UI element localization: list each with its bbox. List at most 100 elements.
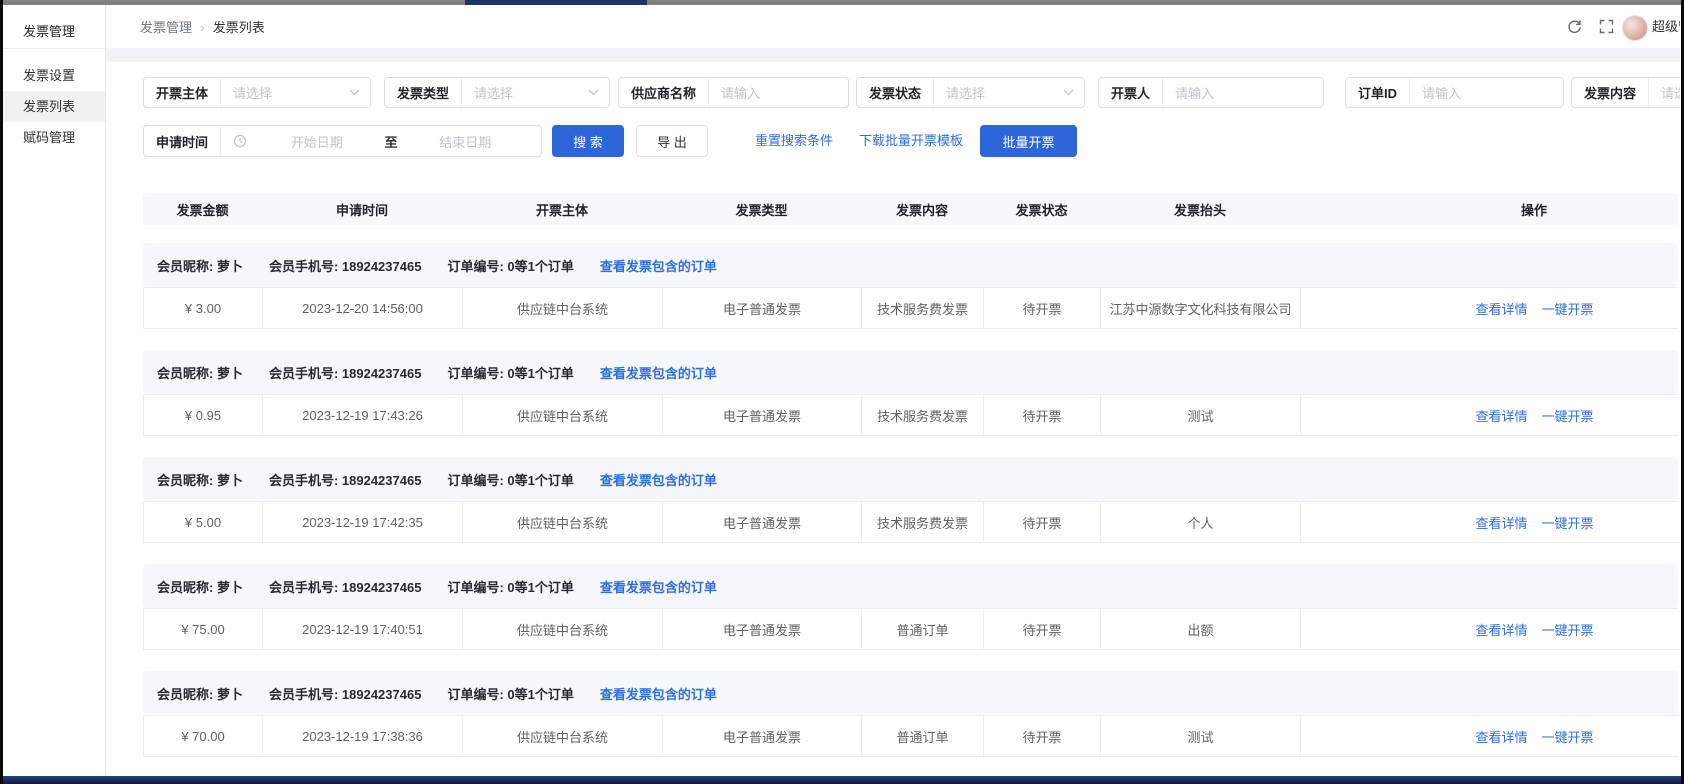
cell-type: 电子普通发票 (663, 288, 862, 328)
group-header-row: 会员昵称: 萝卜 会员手机号: 18924237465 订单编号: 0等1个订单… (143, 350, 1678, 394)
group-header-row: 会员昵称: 萝卜 会员手机号: 18924237465 订单编号: 0等1个订单… (143, 243, 1678, 287)
sidebar-title: 发票管理 (23, 19, 75, 45)
view-details-link[interactable]: 查看详情 (1475, 620, 1527, 639)
window-frame-bottom (0, 776, 1684, 784)
invoice-content-select[interactable]: 请选择 (1648, 78, 1680, 107)
refresh-icon[interactable] (1566, 18, 1583, 35)
invoice-type-select[interactable]: 请选择 (461, 78, 588, 107)
table-row: ¥ 0.95 2023-12-19 17:43:26 供应链中台系统 电子普通发… (143, 394, 1678, 436)
view-included-orders-link[interactable]: 查看发票包含的订单 (600, 256, 717, 275)
table-row: ¥ 3.00 2023-12-20 14:56:00 供应链中台系统 电子普通发… (143, 287, 1678, 329)
export-button[interactable]: 导 出 (636, 125, 708, 157)
batch-invoice-button[interactable]: 批量开票 (980, 125, 1077, 157)
group-header-row: 会员昵称: 萝卜 会员手机号: 18924237465 订单编号: 0等1个订单… (143, 457, 1678, 501)
issuer-input[interactable]: 请输入 (1162, 78, 1323, 107)
view-included-orders-link[interactable]: 查看发票包含的订单 (600, 470, 717, 489)
main-content: 开票主体 请选择 发票类型 请选择 供应商名称 请输入 发票状态 请选择 开票人… (106, 62, 1680, 776)
chevron-down-icon (1063, 89, 1084, 96)
member-nickname: 会员昵称: 萝卜 (157, 577, 243, 596)
cell-content: 技术服务费发票 (862, 288, 984, 328)
invoice-group: 会员昵称: 萝卜 会员手机号: 18924237465 订单编号: 0等1个订单… (143, 671, 1678, 757)
cell-actions: 查看详情 一键开票 (1301, 609, 1678, 649)
member-phone: 会员手机号: 18924237465 (269, 684, 421, 703)
view-details-link[interactable]: 查看详情 (1475, 299, 1527, 318)
invoice-status-select[interactable]: 请选择 (933, 78, 1063, 107)
one-click-invoice-link[interactable]: 一键开票 (1542, 727, 1594, 746)
view-details-link[interactable]: 查看详情 (1475, 727, 1527, 746)
member-nickname: 会员昵称: 萝卜 (157, 684, 243, 703)
filter-invoice-content: 发票内容 请选择 (1571, 77, 1680, 108)
cell-subject: 供应链中台系统 (463, 395, 663, 435)
view-details-link[interactable]: 查看详情 (1475, 406, 1527, 425)
fullscreen-icon[interactable] (1598, 18, 1615, 35)
sidebar: 发票管理 发票设置 发票列表 赋码管理 (3, 5, 106, 776)
breadcrumb-item-parent[interactable]: 发票管理 (140, 17, 192, 36)
breadcrumb-item-current: 发票列表 (213, 17, 265, 36)
end-date-input[interactable]: 结束日期 (402, 132, 529, 151)
invoice-subject-select[interactable]: 请选择 (220, 78, 349, 107)
column-header-amount: 发票金额 (143, 193, 262, 225)
supplier-name-input[interactable]: 请输入 (708, 78, 848, 107)
start-date-input[interactable]: 开始日期 (253, 132, 380, 151)
window-top-strip (0, 0, 1684, 5)
column-header-title: 发票抬头 (1100, 193, 1300, 225)
filter-label: 供应商名称 (619, 83, 708, 102)
sidebar-divider (3, 48, 105, 49)
date-range-picker[interactable]: 开始日期 至 结束日期 (220, 126, 541, 156)
invoice-group: 会员昵称: 萝卜 会员手机号: 18924237465 订单编号: 0等1个订单… (143, 350, 1678, 436)
cell-content: 普通订单 (862, 716, 984, 756)
cell-subject: 供应链中台系统 (463, 288, 663, 328)
cell-amount: ¥ 0.95 (144, 395, 263, 435)
cell-invoice-title: 出额 (1101, 609, 1301, 649)
sidebar-item-invoice-settings[interactable]: 发票设置 (3, 60, 105, 91)
order-number: 订单编号: 0等1个订单 (447, 684, 573, 703)
cell-apply-time: 2023-12-19 17:42:35 (263, 502, 463, 542)
cell-subject: 供应链中台系统 (463, 716, 663, 756)
member-phone: 会员手机号: 18924237465 (269, 577, 421, 596)
member-phone: 会员手机号: 18924237465 (269, 256, 421, 275)
column-header-content: 发票内容 (861, 193, 983, 225)
one-click-invoice-link[interactable]: 一键开票 (1542, 299, 1594, 318)
one-click-invoice-link[interactable]: 一键开票 (1542, 406, 1594, 425)
search-button[interactable]: 搜 索 (552, 125, 624, 157)
cell-amount: ¥ 70.00 (144, 716, 263, 756)
cell-invoice-title: 测试 (1101, 716, 1301, 756)
view-details-link[interactable]: 查看详情 (1475, 513, 1527, 532)
view-included-orders-link[interactable]: 查看发票包含的订单 (600, 684, 717, 703)
order-number: 订单编号: 0等1个订单 (447, 470, 573, 489)
cell-amount: ¥ 3.00 (144, 288, 263, 328)
cell-type: 电子普通发票 (663, 716, 862, 756)
invoice-group: 会员昵称: 萝卜 会员手机号: 18924237465 订单编号: 0等1个订单… (143, 564, 1678, 650)
view-included-orders-link[interactable]: 查看发票包含的订单 (600, 363, 717, 382)
cell-status: 待开票 (984, 502, 1101, 542)
member-nickname: 会员昵称: 萝卜 (157, 363, 243, 382)
sidebar-item-invoice-list[interactable]: 发票列表 (3, 91, 105, 122)
table-row: ¥ 75.00 2023-12-19 17:40:51 供应链中台系统 电子普通… (143, 608, 1678, 650)
cell-type: 电子普通发票 (663, 609, 862, 649)
download-template-link[interactable]: 下载批量开票模板 (859, 125, 963, 157)
member-phone: 会员手机号: 18924237465 (269, 470, 421, 489)
filter-issuer: 开票人 请输入 (1098, 77, 1324, 108)
one-click-invoice-link[interactable]: 一键开票 (1542, 620, 1594, 639)
clock-icon (233, 134, 247, 148)
cell-apply-time: 2023-12-19 17:43:26 (263, 395, 463, 435)
column-header-status: 发票状态 (983, 193, 1100, 225)
window-frame-left (0, 0, 3, 784)
user-name[interactable]: 超级管理员 (1652, 5, 1680, 48)
table-row: ¥ 5.00 2023-12-19 17:42:35 供应链中台系统 电子普通发… (143, 501, 1678, 543)
reset-search-link[interactable]: 重置搜索条件 (755, 125, 833, 157)
filter-label: 开票主体 (144, 83, 220, 102)
filter-invoice-status: 发票状态 请选择 (856, 77, 1085, 108)
order-id-input[interactable]: 请输入 (1409, 78, 1563, 107)
cell-apply-time: 2023-12-20 14:56:00 (263, 288, 463, 328)
member-nickname: 会员昵称: 萝卜 (157, 256, 243, 275)
sidebar-item-code-management[interactable]: 赋码管理 (3, 122, 105, 153)
topbar: 发票管理 › 发票列表 超级管理员 (106, 5, 1680, 48)
view-included-orders-link[interactable]: 查看发票包含的订单 (600, 577, 717, 596)
user-avatar[interactable] (1622, 15, 1648, 41)
cell-invoice-title: 测试 (1101, 395, 1301, 435)
filter-label: 开票人 (1099, 83, 1162, 102)
group-header-row: 会员昵称: 萝卜 会员手机号: 18924237465 订单编号: 0等1个订单… (143, 671, 1678, 715)
cell-apply-time: 2023-12-19 17:38:36 (263, 716, 463, 756)
one-click-invoice-link[interactable]: 一键开票 (1542, 513, 1594, 532)
